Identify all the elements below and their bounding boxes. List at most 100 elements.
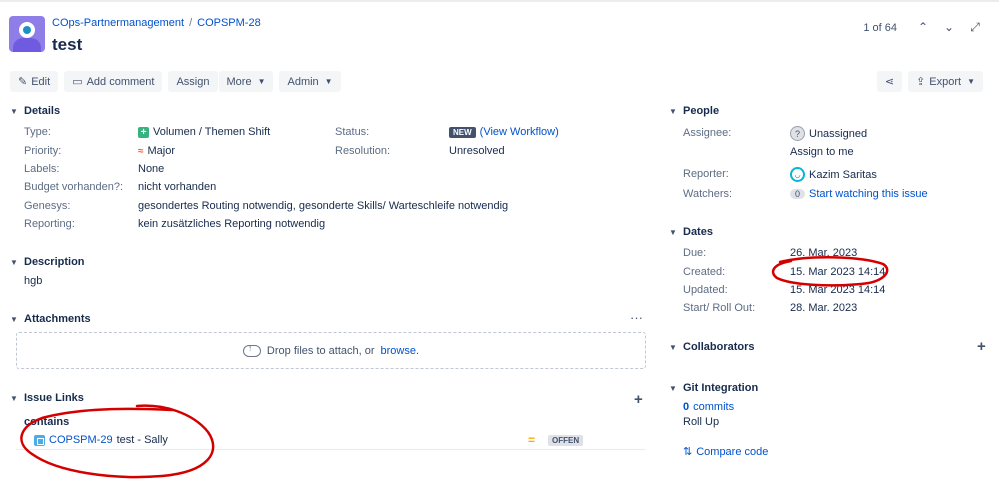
- watchers-label: Watchers:: [683, 188, 733, 200]
- priority-value: ≈ Major: [138, 145, 175, 157]
- chevron-down-icon: ▼: [967, 77, 975, 86]
- collaborators-heading[interactable]: ▼ Collaborators: [669, 341, 755, 353]
- expand-icon[interactable]: ⤢: [967, 19, 983, 35]
- chevron-up-icon[interactable]: ⌃: [915, 19, 931, 35]
- breadcrumb-project-link[interactable]: COps-Partnermanagement: [52, 17, 184, 29]
- reporting-value: kein zusätzliches Reporting notwendig: [138, 218, 326, 230]
- rollup-link[interactable]: Roll Up: [683, 416, 719, 428]
- more-button[interactable]: More ▼: [218, 71, 274, 92]
- share-icon: ⋖: [884, 76, 895, 88]
- unassigned-avatar-icon: ?: [790, 126, 805, 141]
- budget-label: Budget vorhanden?:: [24, 181, 124, 193]
- resolution-value: Unresolved: [449, 145, 505, 157]
- dates-heading[interactable]: ▼ Dates: [669, 226, 713, 238]
- labels-value: None: [138, 163, 165, 175]
- add-comment-button[interactable]: ▭ Add comment: [64, 71, 163, 92]
- compare-code-label: Compare code: [696, 445, 769, 458]
- updated-label: Updated:: [683, 284, 728, 296]
- export-icon: ⇪: [916, 76, 926, 88]
- rollout-value: 28. Mar. 2023: [790, 302, 858, 314]
- collaborators-heading-label: Collaborators: [683, 341, 755, 353]
- people-heading-label: People: [683, 105, 720, 117]
- description-heading[interactable]: ▼ Description: [10, 256, 85, 268]
- description-text[interactable]: hgb: [24, 275, 42, 287]
- reporter-value[interactable]: ◡ Kazim Saritas: [790, 167, 877, 182]
- assign-label: Assign: [176, 75, 210, 88]
- linked-issue-summary: test - Sally: [116, 434, 168, 446]
- assignee-value[interactable]: ? Unassigned: [790, 126, 867, 141]
- dates-heading-label: Dates: [683, 226, 713, 238]
- workflow-button-group: Assign More ▼: [168, 71, 274, 92]
- linked-status-lozenge: OFFEN: [548, 435, 584, 446]
- export-label: Export: [929, 75, 962, 88]
- reporter-label: Reporter:: [683, 168, 729, 180]
- breadcrumb-issue-link[interactable]: COPSPM-28: [197, 17, 261, 29]
- user-avatar-icon: ◡: [790, 167, 805, 182]
- type-value: + Volumen / Themen Shift: [138, 126, 270, 138]
- linked-issue[interactable]: COPSPM-29 test - Sally: [34, 434, 168, 446]
- caret-down-icon: ▼: [669, 106, 677, 116]
- priority-label: Priority:: [24, 145, 62, 157]
- caret-down-icon: ▼: [10, 314, 18, 324]
- linked-issue-key[interactable]: COPSPM-29: [49, 434, 113, 446]
- avatar-eye-icon: [19, 22, 35, 38]
- details-heading[interactable]: ▼ Details: [10, 105, 60, 117]
- chevron-down-icon: ▼: [257, 77, 266, 86]
- assignee-label: Assignee:: [683, 127, 732, 139]
- share-button[interactable]: ⋖: [876, 71, 903, 92]
- caret-down-icon: ▼: [669, 342, 677, 352]
- add-collaborator-plus-icon[interactable]: +: [977, 338, 986, 355]
- attachments-heading-label: Attachments: [24, 313, 91, 325]
- add-link-plus-icon[interactable]: +: [634, 391, 643, 408]
- browse-link[interactable]: browse.: [381, 345, 420, 357]
- issue-title[interactable]: test: [52, 35, 82, 55]
- git-heading-label: Git Integration: [683, 382, 759, 394]
- git-heading[interactable]: ▼ Git Integration: [669, 382, 758, 394]
- attachment-dropzone[interactable]: Drop files to attach, or browse.: [16, 332, 646, 369]
- workflow-link-wrapper: (View Workflow): [480, 126, 559, 138]
- start-watching-link[interactable]: Start watching this issue: [809, 188, 928, 200]
- compare-code-link[interactable]: ⇅ Compare code: [683, 445, 769, 459]
- updated-value: 15. Mar 2023 14:14: [790, 284, 886, 296]
- view-workflow-link[interactable]: View Workflow: [483, 126, 555, 138]
- commits-label: commits: [693, 401, 735, 413]
- assign-to-me-link[interactable]: Assign to me: [790, 146, 854, 158]
- comment-icon: ▭: [72, 76, 83, 88]
- edit-button[interactable]: ✎ Edit: [10, 71, 59, 92]
- genesys-label: Genesys:: [24, 200, 71, 212]
- created-value: 15. Mar 2023 14:14: [790, 266, 886, 278]
- details-heading-label: Details: [24, 105, 61, 117]
- status-label: Status:: [335, 126, 370, 138]
- top-border: [0, 0, 999, 2]
- caret-down-icon: ▼: [10, 257, 18, 267]
- chevron-down-icon: ▼: [324, 77, 333, 86]
- export-button[interactable]: ⇪ Export ▼: [908, 71, 983, 92]
- priority-value-text: Major: [147, 145, 176, 157]
- budget-value: nicht vorhanden: [138, 181, 217, 193]
- people-heading[interactable]: ▼ People: [669, 105, 719, 117]
- status-value: NEW (View Workflow): [449, 126, 559, 138]
- rollout-label: Start/ Roll Out:: [683, 302, 756, 314]
- assign-button[interactable]: Assign: [168, 71, 218, 92]
- breadcrumb: COps-Partnermanagement / COPSPM-28: [52, 17, 261, 29]
- link-relation: contains: [24, 416, 70, 428]
- due-value: 26. Mar. 2023: [790, 247, 858, 259]
- attachments-heading[interactable]: ▼ Attachments: [10, 313, 91, 325]
- status-lozenge: NEW: [449, 126, 476, 138]
- priority-medium-icon: =: [528, 433, 536, 447]
- more-options-icon[interactable]: ···: [630, 310, 643, 325]
- reporting-label: Reporting:: [24, 218, 75, 230]
- type-label: Type:: [24, 126, 51, 138]
- chevron-down-icon[interactable]: ⌄: [941, 19, 957, 35]
- project-avatar[interactable]: [9, 16, 45, 52]
- caret-down-icon: ▼: [669, 383, 677, 393]
- commits-count: 0: [683, 401, 690, 413]
- issue-toolbar: ✎ Edit ▭ Add comment Assign More ▼ Admin ▼: [10, 71, 341, 92]
- issue-links-heading[interactable]: ▼ Issue Links: [10, 392, 84, 404]
- add-comment-label: Add comment: [86, 75, 155, 88]
- resolution-label: Resolution:: [335, 145, 391, 157]
- commits-link[interactable]: 0 commits: [683, 401, 734, 413]
- caret-down-icon: ▼: [10, 393, 18, 403]
- admin-button[interactable]: Admin ▼: [279, 71, 341, 92]
- pencil-icon: ✎: [18, 76, 28, 88]
